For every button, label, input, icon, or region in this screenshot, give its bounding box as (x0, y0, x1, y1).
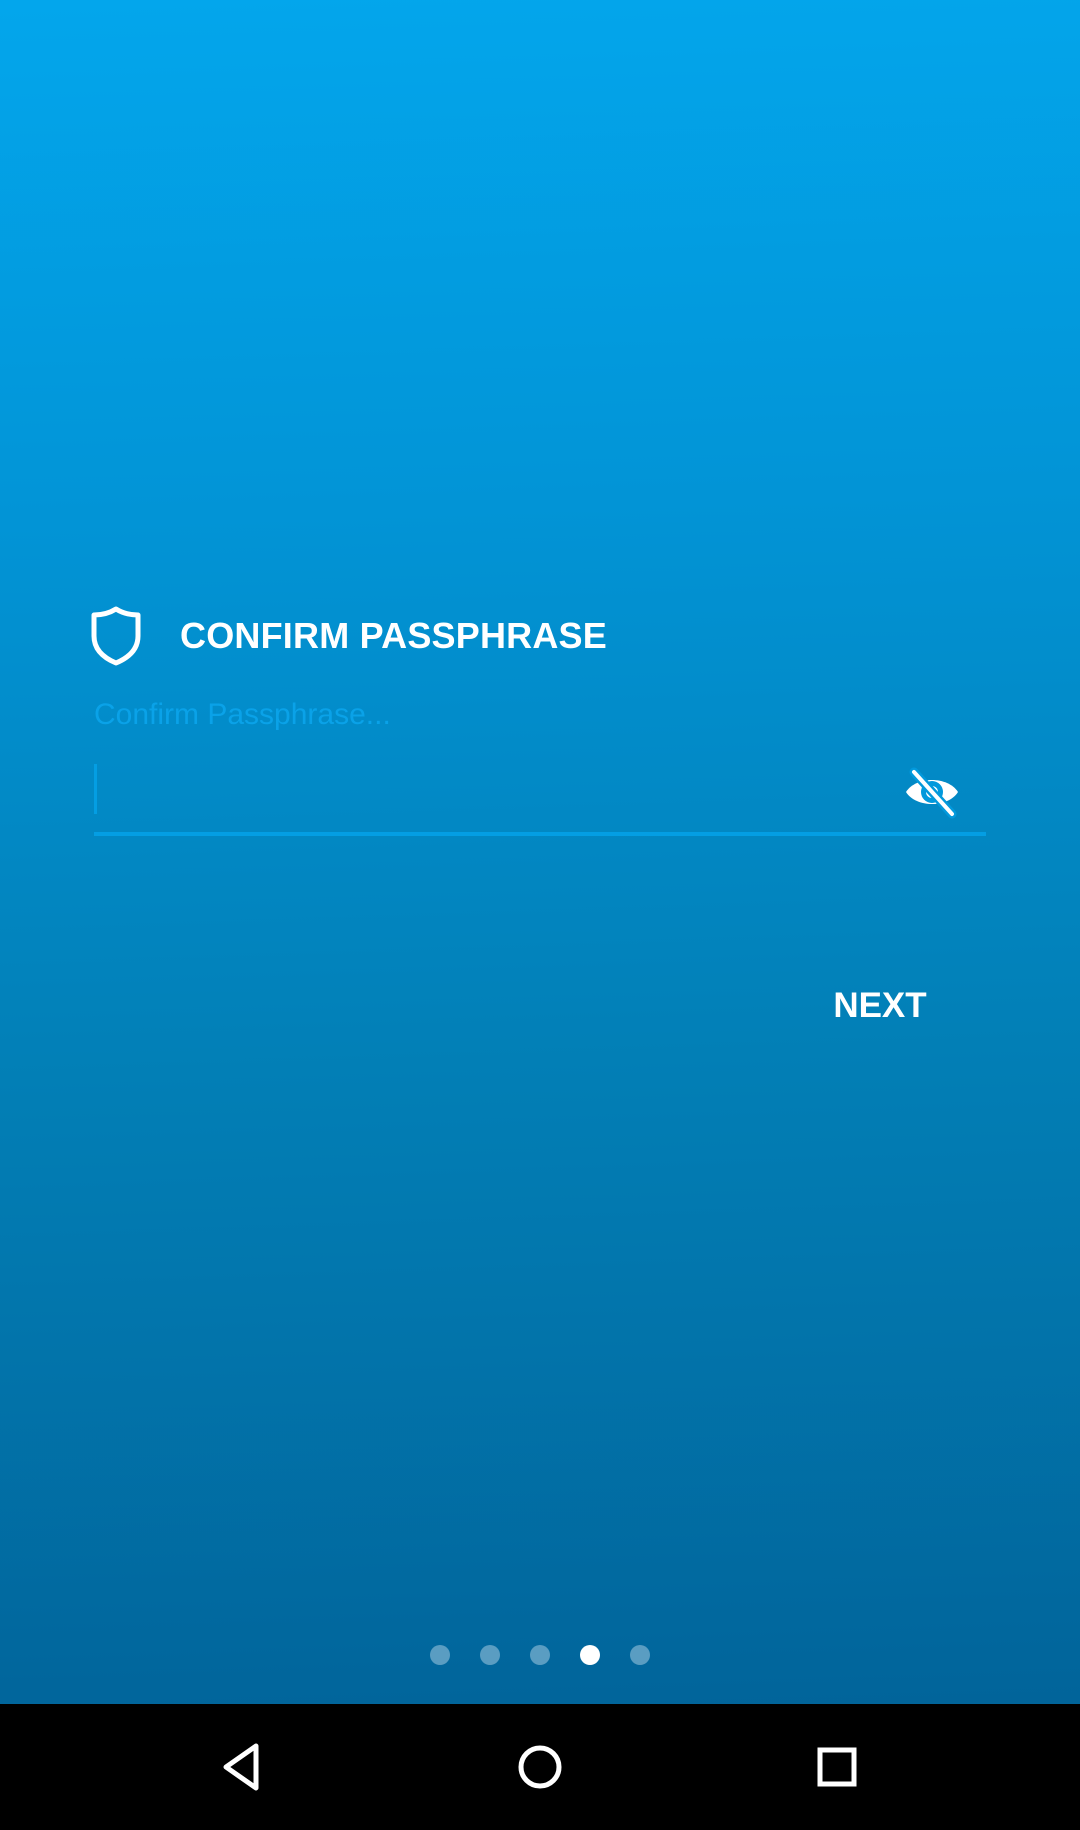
home-button[interactable] (505, 1732, 575, 1802)
home-circle-icon (505, 1732, 575, 1802)
recents-square-icon (802, 1732, 872, 1802)
page-dot (530, 1645, 550, 1665)
page-indicator (0, 1645, 1080, 1665)
page-dot (630, 1645, 650, 1665)
section-header: CONFIRM PASSPHRASE (90, 604, 607, 668)
next-button[interactable]: NEXT (820, 976, 940, 1036)
system-navigation-bar (0, 1704, 1080, 1830)
toggle-visibility-button[interactable] (902, 764, 962, 820)
text-cursor (94, 764, 97, 814)
shield-icon (90, 606, 142, 666)
page-dot-active (580, 1645, 600, 1665)
confirm-passphrase-input[interactable] (102, 758, 886, 824)
back-button[interactable] (206, 1732, 276, 1802)
onboarding-screen: CONFIRM PASSPHRASE Confirm Passphrase...… (0, 0, 1080, 1704)
back-triangle-icon (206, 1732, 276, 1802)
page-title: CONFIRM PASSPHRASE (180, 615, 607, 656)
passphrase-field-label: Confirm Passphrase... (94, 698, 391, 731)
page-dot (430, 1645, 450, 1665)
passphrase-field (94, 750, 986, 836)
eye-off-icon (902, 764, 962, 820)
recents-button[interactable] (802, 1732, 872, 1802)
page-dot (480, 1645, 500, 1665)
